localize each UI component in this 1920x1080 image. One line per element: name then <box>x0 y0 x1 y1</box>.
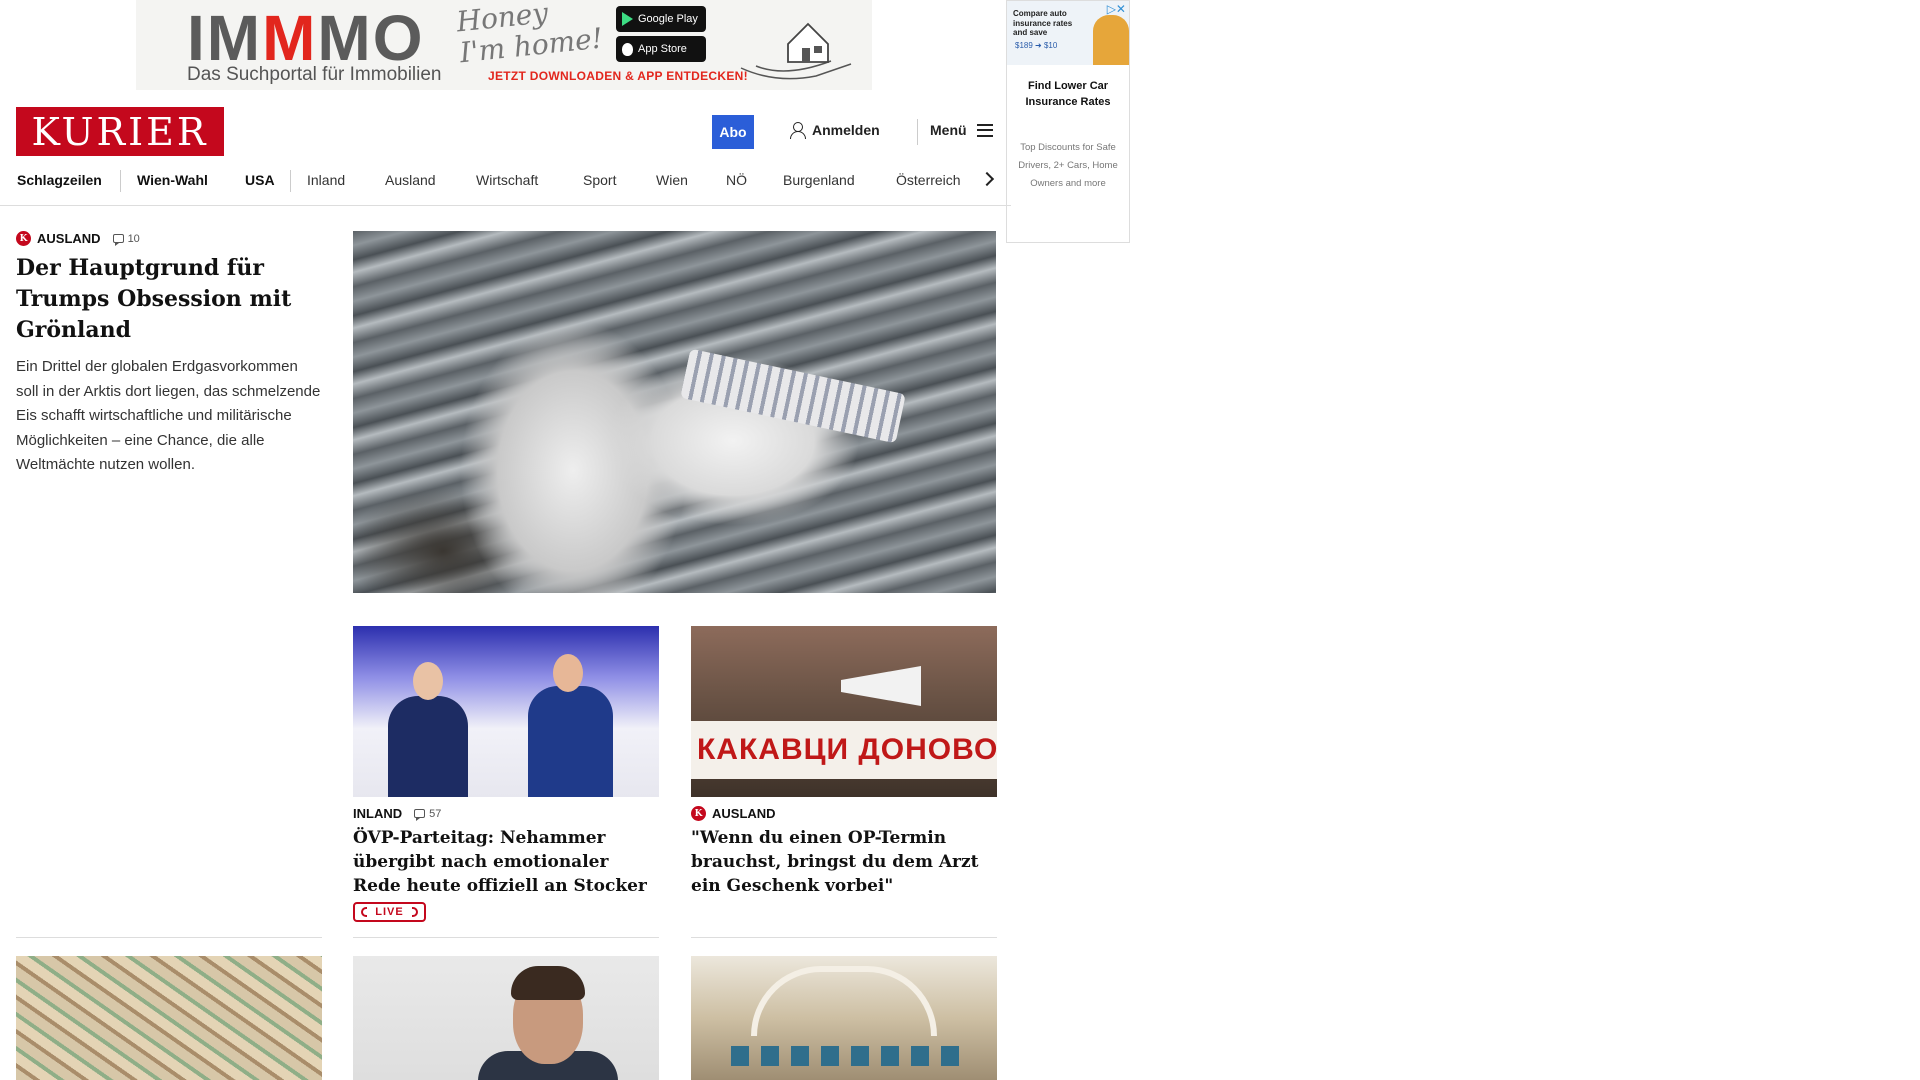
side-ad-image: Compare auto insurance rates and save $1… <box>1007 1 1129 65</box>
hero-category[interactable]: AUSLAND <box>37 231 101 246</box>
hall-image[interactable] <box>691 956 997 1080</box>
house-hand-icon <box>740 22 852 80</box>
protest-image[interactable]: КАКАВЦИ ДОНОВОСАТ <box>691 626 997 797</box>
nav-divider <box>290 170 291 192</box>
hero-category-row: K AUSLAND 10 <box>16 231 140 246</box>
login-button[interactable]: Anmelden <box>790 122 880 139</box>
kurier-logo[interactable]: KURIER <box>16 107 224 156</box>
nav-item-sport[interactable]: Sport <box>583 172 616 188</box>
live-badge: LIVE <box>353 902 426 922</box>
apple-icon <box>622 42 633 56</box>
ad-close-icon[interactable]: ▷✕ <box>1107 2 1126 16</box>
hero-headline[interactable]: Der Hauptgrund für Trumps Obsession mit … <box>16 253 316 346</box>
nav-item-wien-wahl[interactable]: Wien-Wahl <box>137 172 208 188</box>
nav-item-wirtschaft[interactable]: Wirtschaft <box>476 172 538 188</box>
row-divider <box>16 937 322 938</box>
nav-divider <box>120 170 121 192</box>
app-store-button[interactable]: App Store <box>616 36 706 62</box>
hero-image[interactable] <box>353 231 996 593</box>
hero-comments[interactable]: 10 <box>112 233 140 246</box>
immmo-banner-ad[interactable]: IMMMO Das Suchportal für Immobilien Hone… <box>136 0 872 90</box>
hero-teaser: Ein Drittel der globalen Erdgasvorkommen… <box>16 358 321 473</box>
card2-category-row: K AUSLAND <box>691 806 776 821</box>
kurier-plus-icon: K <box>691 806 706 821</box>
google-play-icon <box>622 12 633 26</box>
car-insurance-side-ad[interactable]: Compare auto insurance rates and save $1… <box>1006 0 1130 243</box>
card1-headline[interactable]: ÖVP-Parteitag: Nehammer übergibt nach em… <box>353 826 653 898</box>
rifle-shape <box>680 348 906 444</box>
row-divider <box>353 937 659 938</box>
header-divider <box>917 119 918 145</box>
card1-category-row: INLAND 57 <box>353 806 441 821</box>
card1-comments[interactable]: 57 <box>414 808 441 821</box>
banner-cta[interactable]: JETZT DOWNLOADEN & APP ENTDECKEN! <box>488 69 748 83</box>
banner-subtitle: Das Suchportal für Immobilien <box>187 64 442 85</box>
nav-item-inland[interactable]: Inland <box>307 172 345 188</box>
nav-item-usa[interactable]: USA <box>245 172 275 188</box>
protest-banner-text: КАКАВЦИ ДОНОВОСАТ <box>691 721 997 779</box>
card2-headline[interactable]: "Wenn du einen OP-Termin brauchst, bring… <box>691 826 991 898</box>
comment-icon <box>414 809 426 821</box>
nav-scroll-right-icon[interactable] <box>979 171 995 187</box>
nav-item-burgenland[interactable]: Burgenland <box>783 172 855 188</box>
card2-category[interactable]: AUSLAND <box>712 806 776 821</box>
abo-button[interactable]: Abo <box>712 115 754 149</box>
comment-icon <box>112 234 124 246</box>
nav-item-noe[interactable]: NÖ <box>726 172 747 188</box>
portrait-image[interactable] <box>353 956 659 1080</box>
nav-item-oesterreich[interactable]: Österreich <box>896 172 961 188</box>
kurier-plus-icon: K <box>16 231 31 246</box>
nehammer-image[interactable] <box>353 626 659 797</box>
menu-button[interactable]: Menü <box>930 122 993 138</box>
hamburger-icon <box>976 123 993 137</box>
money-image[interactable] <box>16 956 322 1080</box>
card1-category[interactable]: INLAND <box>353 806 402 821</box>
row-divider <box>691 937 997 938</box>
nav-item-schlagzeilen[interactable]: Schlagzeilen <box>17 172 102 188</box>
banner-script-text: Honey I'm home! <box>454 0 605 70</box>
side-ad-description: Top Discounts for Safe Drivers, 2+ Cars,… <box>1018 141 1118 189</box>
megaphone-shape <box>841 666 921 706</box>
nav-item-ausland[interactable]: Ausland <box>385 172 436 188</box>
immmo-logo: IMMMO <box>187 2 425 74</box>
user-icon <box>790 122 806 139</box>
google-play-button[interactable]: Google Play <box>616 6 706 32</box>
category-nav: Schlagzeilen Wien-Wahl USA Inland Auslan… <box>0 168 1011 206</box>
nav-item-wien[interactable]: Wien <box>656 172 688 188</box>
side-ad-title[interactable]: Find Lower Car Insurance Rates <box>1007 79 1129 111</box>
